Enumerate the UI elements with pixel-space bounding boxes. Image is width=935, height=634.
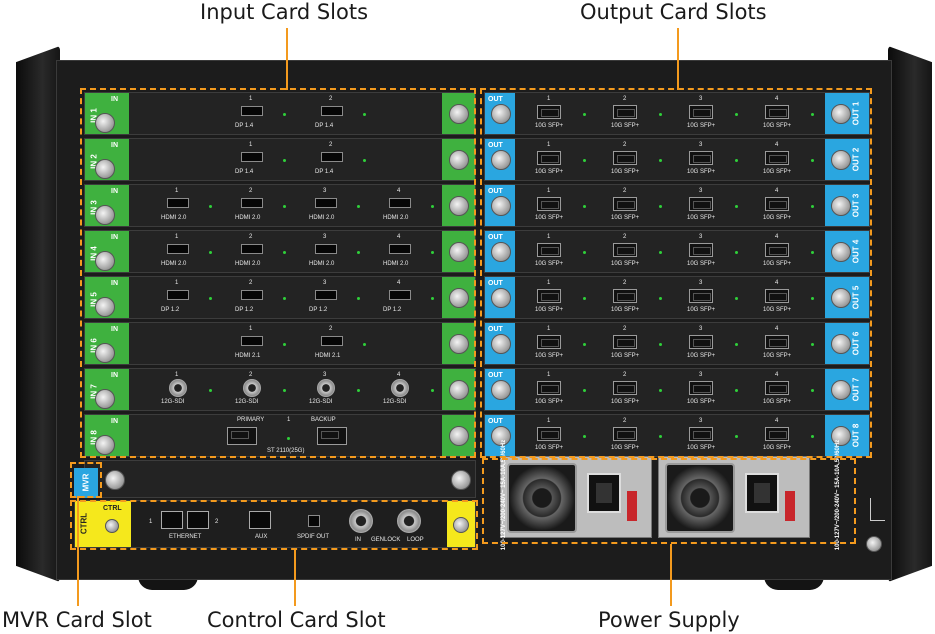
output-card-slots-callout: Output Card Slots xyxy=(580,0,767,24)
ground-icon xyxy=(870,498,885,521)
ground-screw[interactable] xyxy=(866,536,882,552)
output-slots-highlight xyxy=(480,88,872,458)
mvr-card xyxy=(84,460,476,498)
mvr-leader-line xyxy=(77,496,79,606)
power-supply-highlight xyxy=(482,458,856,544)
mvr-knob-left[interactable] xyxy=(105,470,125,490)
output-leader-line xyxy=(677,28,679,90)
right-rack-ear xyxy=(888,46,932,582)
input-leader-line xyxy=(286,28,288,90)
mvr-slot-highlight xyxy=(70,462,102,498)
input-slots-highlight xyxy=(80,88,476,458)
control-card-slot-callout: Control Card Slot xyxy=(207,608,386,632)
mvr-knob-right[interactable] xyxy=(451,470,471,490)
power-supply-callout: Power Supply xyxy=(598,608,740,632)
control-slot-highlight xyxy=(70,500,478,550)
input-card-slots-callout: Input Card Slots xyxy=(200,0,369,24)
control-leader-line xyxy=(294,548,296,606)
left-rack-ear xyxy=(16,46,60,582)
mvr-card-slot-callout: MVR Card Slot xyxy=(2,608,152,632)
power-leader-line xyxy=(670,544,672,606)
